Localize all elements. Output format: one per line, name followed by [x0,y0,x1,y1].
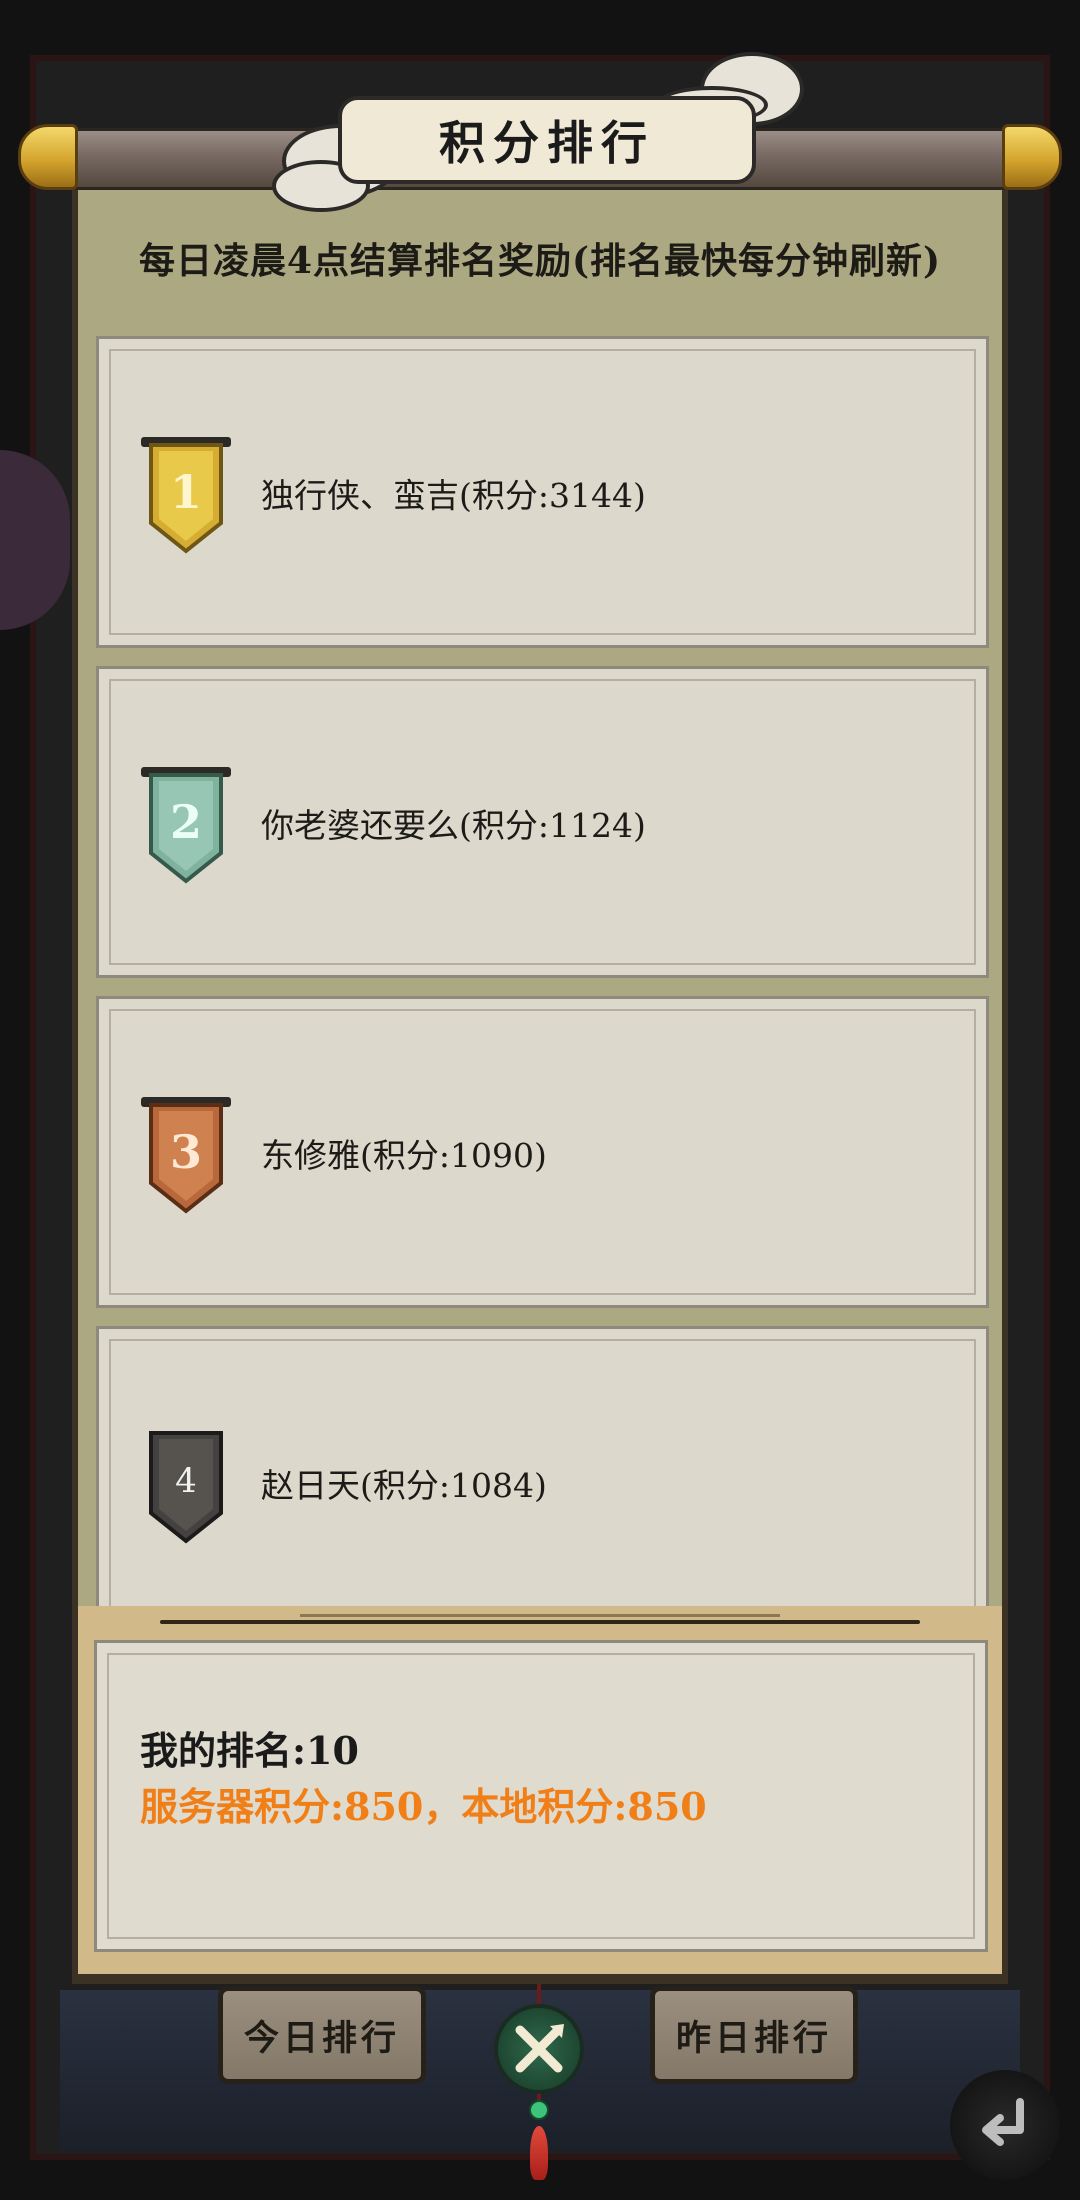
player-name-score: 独行侠、蛮吉(积分:3144) [261,476,646,515]
player-name-score: 赵日天(积分:1084) [261,1466,547,1505]
back-button[interactable] [950,2070,1060,2180]
settlement-notice: 每日凌晨4点结算排名奖励(排名最快每分钟刷新) [138,240,942,282]
my-rank-text: 我的排名:10 [140,1728,359,1773]
player-name-score: 东修雅(积分:1090) [261,1136,547,1175]
rank-row-1: 1 独行侠、蛮吉(积分:3144) [96,336,989,648]
my-points-text: 服务器积分:850，本地积分:850 [140,1784,707,1829]
rank-number: 4 [175,1461,197,1501]
page-title: 积分排行 [439,116,655,170]
title-plaque: 积分排行 [338,96,756,184]
crossed-swords-icon[interactable] [494,2004,584,2094]
divider-accent [300,1614,780,1617]
rank-row-4: 4 赵日天(积分:1084) [96,1326,989,1606]
today-ranking-button[interactable]: 今日排行 [218,1986,426,2084]
player-name-score: 你老婆还要么(积分:1124) [261,806,646,845]
yesterday-ranking-button[interactable]: 昨日排行 [650,1986,858,2084]
rank-row-2: 2 你老婆还要么(积分:1124) [96,666,989,978]
rank-number: 3 [169,1125,202,1179]
rank-number: 1 [169,465,202,519]
ranking-list[interactable]: 1 独行侠、蛮吉(积分:3144) 2 你老婆还要么(积分:1124) 3 东修… [96,336,989,1606]
tassel [530,2126,548,2180]
tassel-bead [529,2100,549,2120]
rank-number: 2 [169,795,202,849]
rank-row-3: 3 东修雅(积分:1090) [96,996,989,1308]
rod-cap-right [1002,124,1062,190]
divider [160,1620,920,1624]
back-arrow-icon [982,2098,1024,2146]
rod-cap-left [18,124,78,190]
